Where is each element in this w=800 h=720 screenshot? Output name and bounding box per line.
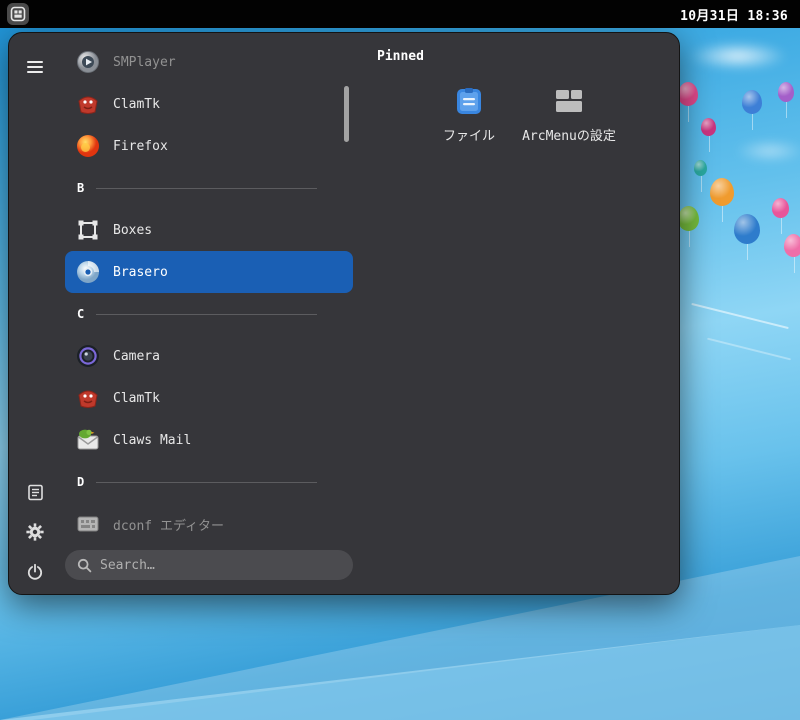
app-item-boxes[interactable]: Boxes	[65, 209, 353, 251]
pinned-item-arcmenu-settings[interactable]: ArcMenuの設定	[519, 80, 619, 151]
app-item-smplayer[interactable]: SMPlayer	[65, 41, 353, 83]
menu-sidebar	[9, 33, 61, 594]
balloon	[778, 82, 794, 118]
contrail	[707, 337, 791, 361]
arcmenu-panel: SMPlayer ClamTk Firefox B Boxes Brasero …	[8, 32, 680, 595]
session-log-button[interactable]	[19, 476, 51, 508]
pinned-item-label: ArcMenuの設定	[522, 129, 616, 144]
claws-mail-icon	[75, 427, 101, 453]
app-item-label: Camera	[113, 348, 160, 364]
camera-icon	[75, 343, 101, 369]
app-item-label: dconf エディター	[113, 518, 225, 534]
app-item-dconf-editor[interactable]: dconf エディター	[65, 503, 353, 545]
pinned-title: Pinned	[377, 49, 424, 64]
app-list: SMPlayer ClamTk Firefox B Boxes Brasero …	[61, 33, 357, 594]
pinned-grid: ファイル ArcMenuの設定	[419, 80, 679, 151]
balloon	[678, 206, 699, 247]
app-item-clamtk-2[interactable]: ClamTk	[65, 377, 353, 419]
brasero-icon	[75, 259, 101, 285]
balloon	[710, 178, 734, 222]
document-list-icon	[27, 484, 43, 500]
contrail	[691, 302, 789, 330]
balloon	[694, 160, 707, 192]
hamburger-icon	[27, 61, 43, 73]
search-input[interactable]	[100, 557, 341, 573]
cloud	[688, 42, 788, 70]
app-item-label: Firefox	[113, 138, 168, 154]
section-header-d: D	[65, 461, 353, 503]
app-item-label: Claws Mail	[113, 432, 192, 448]
pinned-item-label: ファイル	[442, 129, 495, 144]
clock-menu[interactable]: 10月31日 18:36	[680, 5, 788, 24]
arcmenu-button[interactable]	[7, 3, 29, 25]
clamtk-icon	[75, 91, 101, 117]
dconf-icon	[75, 511, 101, 537]
section-divider	[96, 187, 317, 189]
firefox-icon	[75, 133, 101, 159]
power-icon	[27, 563, 43, 580]
pinned-section: Pinned ファイル ArcMenuの設定	[357, 33, 679, 594]
app-item-label: ClamTk	[113, 390, 160, 406]
search-bar	[65, 550, 353, 580]
app-rows: SMPlayer ClamTk Firefox B Boxes Brasero …	[65, 41, 353, 550]
balloon	[701, 118, 716, 152]
gear-icon	[26, 523, 44, 541]
settings-button[interactable]	[19, 516, 51, 548]
app-item-label: SMPlayer	[113, 54, 176, 70]
arcmenu-icon	[10, 6, 26, 22]
balloon	[784, 234, 800, 273]
app-item-label: ClamTk	[113, 96, 160, 112]
app-item-label: Brasero	[113, 264, 168, 280]
app-item-label: Boxes	[113, 222, 153, 238]
cloud	[735, 140, 800, 162]
balloon	[742, 90, 762, 130]
balloon	[734, 214, 760, 260]
menu-toggle-button[interactable]	[19, 51, 51, 83]
smplayer-icon	[75, 49, 101, 75]
section-header-c: C	[65, 293, 353, 335]
app-item-firefox[interactable]: Firefox	[65, 125, 353, 167]
search-icon	[77, 558, 92, 572]
app-item-clamtk[interactable]: ClamTk	[65, 83, 353, 125]
arcmenu-settings-icon	[552, 84, 586, 118]
app-item-brasero[interactable]: Brasero	[65, 251, 353, 293]
app-item-claws-mail[interactable]: Claws Mail	[65, 419, 353, 461]
section-letter: C	[77, 307, 85, 321]
top-bar: 10月31日 18:36	[0, 0, 800, 28]
balloon	[678, 82, 698, 122]
boxes-icon	[75, 217, 101, 243]
clamtk-icon	[75, 385, 101, 411]
section-header-b: B	[65, 167, 353, 209]
pinned-item-files[interactable]: ファイル	[419, 80, 519, 151]
power-button[interactable]	[19, 556, 51, 588]
scrollbar-thumb[interactable]	[344, 86, 349, 142]
section-letter: D	[77, 475, 85, 489]
files-icon	[452, 84, 486, 118]
section-divider	[96, 481, 317, 483]
section-letter: B	[77, 181, 85, 195]
app-item-camera[interactable]: Camera	[65, 335, 353, 377]
section-divider	[96, 313, 317, 315]
balloon	[772, 198, 789, 234]
